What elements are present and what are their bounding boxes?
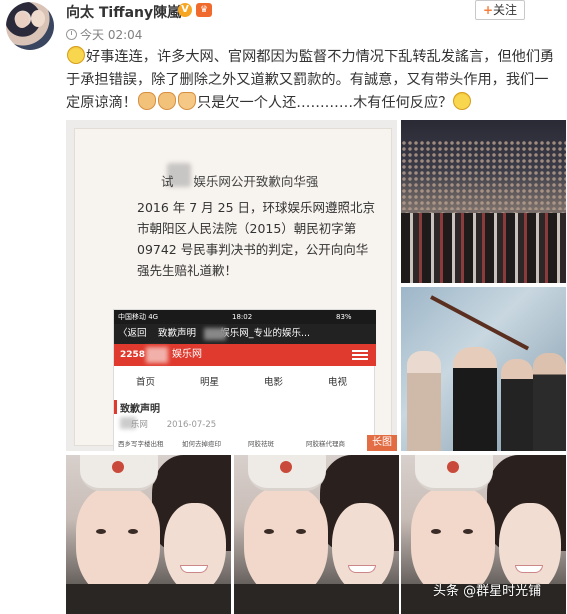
post-header: 向太 Tiffany陳嵐 V ♛ +关注 今天 02:04 <box>0 0 567 50</box>
site-logo-number: 2258 <box>120 350 146 360</box>
document-title: 试 娱乐网公开致歉向华强 <box>161 171 318 190</box>
phone-tab: 电视 <box>328 377 348 388</box>
article-source: 乐网 <box>130 420 148 430</box>
phone-status-bar: 中国移动 4G 18:02 83% <box>114 310 376 324</box>
phone-time: 18:02 <box>232 313 253 321</box>
smile-shape <box>180 565 208 573</box>
body-shape <box>234 584 399 614</box>
eye-shape <box>463 529 473 534</box>
phone-tab: 电影 <box>264 377 284 388</box>
smile-icon <box>453 92 472 110</box>
eye-shape <box>264 529 274 534</box>
smile-shape <box>348 565 376 573</box>
cap-logo <box>447 461 459 473</box>
selfie-photo[interactable] <box>234 455 399 614</box>
phone-carrier: 中国移动 4G <box>118 313 159 321</box>
cap-logo <box>112 461 124 473</box>
document-image[interactable]: 试 娱乐网公开致歉向华强 2016 年 7 月 25 日，环球娱乐网遵照北京市朝… <box>66 120 397 451</box>
timestamp[interactable]: 今天 02:04 <box>66 26 142 43</box>
phone-tabs: 首页 明星 电影 电视 <box>114 372 376 392</box>
username-link[interactable]: 向太 Tiffany陳嵐 <box>66 2 181 22</box>
muscle-icon <box>177 92 196 110</box>
eye-shape <box>96 529 106 534</box>
blurred-logo <box>146 347 168 363</box>
phone-tab: 首页 <box>136 377 156 388</box>
phone-nav-site-text: 娱乐网_专业的娱乐... <box>220 328 310 339</box>
body-shape <box>66 584 231 614</box>
ad-link: 如何去掉痘印 <box>182 440 221 448</box>
handshake-icon <box>137 92 156 110</box>
eye-shape <box>296 529 306 534</box>
stage-photo[interactable] <box>401 287 566 451</box>
plus-icon: + <box>482 3 494 17</box>
timestamp-text: 今天 02:04 <box>80 28 143 42</box>
article-accent-bar <box>114 400 117 414</box>
person-figure <box>501 359 533 451</box>
article-date: 2016-07-25 <box>166 420 217 430</box>
smile-shape <box>515 565 543 573</box>
person-figure <box>533 353 566 451</box>
document-body: 2016 年 7 月 25 日，环球娱乐网遵照北京市朝阳区人民法院（2015）朝… <box>115 197 377 281</box>
article-title: 致歉声明 <box>120 404 160 415</box>
ad-link: 阿胶祛斑 <box>248 440 274 448</box>
clock-icon <box>66 29 77 40</box>
site-name: 娱乐网 <box>172 349 202 360</box>
phone-site-header: 2258 娱乐网 <box>114 344 376 366</box>
follow-button[interactable]: +关注 <box>475 0 525 20</box>
smile-icon <box>67 46 85 64</box>
phone-tab: 明星 <box>200 377 220 388</box>
article-meta: 乐网 2016-07-25 <box>120 418 216 430</box>
phone-nav-title: 致歉声明 娱乐网_专业的娱乐... <box>158 324 310 344</box>
phone-battery: 83% <box>336 313 352 321</box>
verified-icon: V <box>178 3 192 17</box>
face-shape <box>332 503 394 593</box>
document-title-text: 娱乐网公开致歉向华强 <box>193 174 319 189</box>
ad-link: 西乡写字楼出租 <box>118 440 164 448</box>
face-shape <box>76 487 160 597</box>
ad-link: 阿胶糕代理商 <box>306 440 345 448</box>
person-figure <box>453 347 497 451</box>
person-figure <box>407 351 441 451</box>
blurred-text <box>204 328 226 340</box>
phone-back-button: 〈返回 <box>118 328 147 339</box>
document-paper: 试 娱乐网公开致歉向华强 2016 年 7 月 25 日，环球娱乐网遵照北京市朝… <box>74 128 392 451</box>
avatar-face-left <box>15 12 29 28</box>
avatar-face-right <box>31 10 45 27</box>
phone-nav-title-text: 致歉声明 <box>158 328 197 339</box>
cap-logo <box>280 461 292 473</box>
phone-ad-links: 西乡写字楼出租 如何去掉痘印 阿胶祛斑 阿胶糕代理商 <box>114 438 376 450</box>
face-shape <box>164 503 226 593</box>
source-watermark: 头条 @群星时光铺 <box>433 584 542 599</box>
avatar[interactable] <box>6 2 54 50</box>
long-image-tag: 长图 <box>367 435 397 451</box>
eye-shape <box>128 529 138 534</box>
face-shape <box>244 487 328 597</box>
phone-nav-bar: 〈返回 致歉声明 娱乐网_专业的娱乐... <box>114 324 376 344</box>
thumbs-up-icon <box>157 92 176 110</box>
crowd-photo[interactable] <box>401 120 566 283</box>
follow-label: 关注 <box>493 3 518 17</box>
eye-shape <box>431 529 441 534</box>
vip-icon: ♛ <box>196 3 212 17</box>
audience-dots <box>401 140 566 210</box>
post-text: 好事连连，许多大网、官网都因为監督不力情况下乱转乱发謠言，但他们勇于承担错誤，除… <box>66 46 558 115</box>
phone-screenshot: 中国移动 4G 18:02 83% 〈返回 致歉声明 娱乐网_专业的娱乐... … <box>113 309 376 451</box>
post-text-line2: 只是欠一个人还…………木有任何反应？ <box>196 95 453 111</box>
document-title-prefix: 试 <box>161 174 174 189</box>
group-bodies <box>401 213 566 283</box>
phone-article: 致歉声明 乐网 2016-07-25 西乡写字楼出租 如何去掉痘印 阿胶祛斑 阿… <box>114 400 376 451</box>
sword-prop <box>430 295 530 351</box>
document-body-text: 2016 年 7 月 25 日，环球娱乐网遵照北京市朝阳区人民法院（2015）朝… <box>137 200 376 278</box>
image-grid: 试 娱乐网公开致歉向华强 2016 年 7 月 25 日，环球娱乐网遵照北京市朝… <box>66 120 566 614</box>
selfie-photo[interactable] <box>66 455 231 614</box>
hamburger-menu-icon <box>352 350 368 360</box>
